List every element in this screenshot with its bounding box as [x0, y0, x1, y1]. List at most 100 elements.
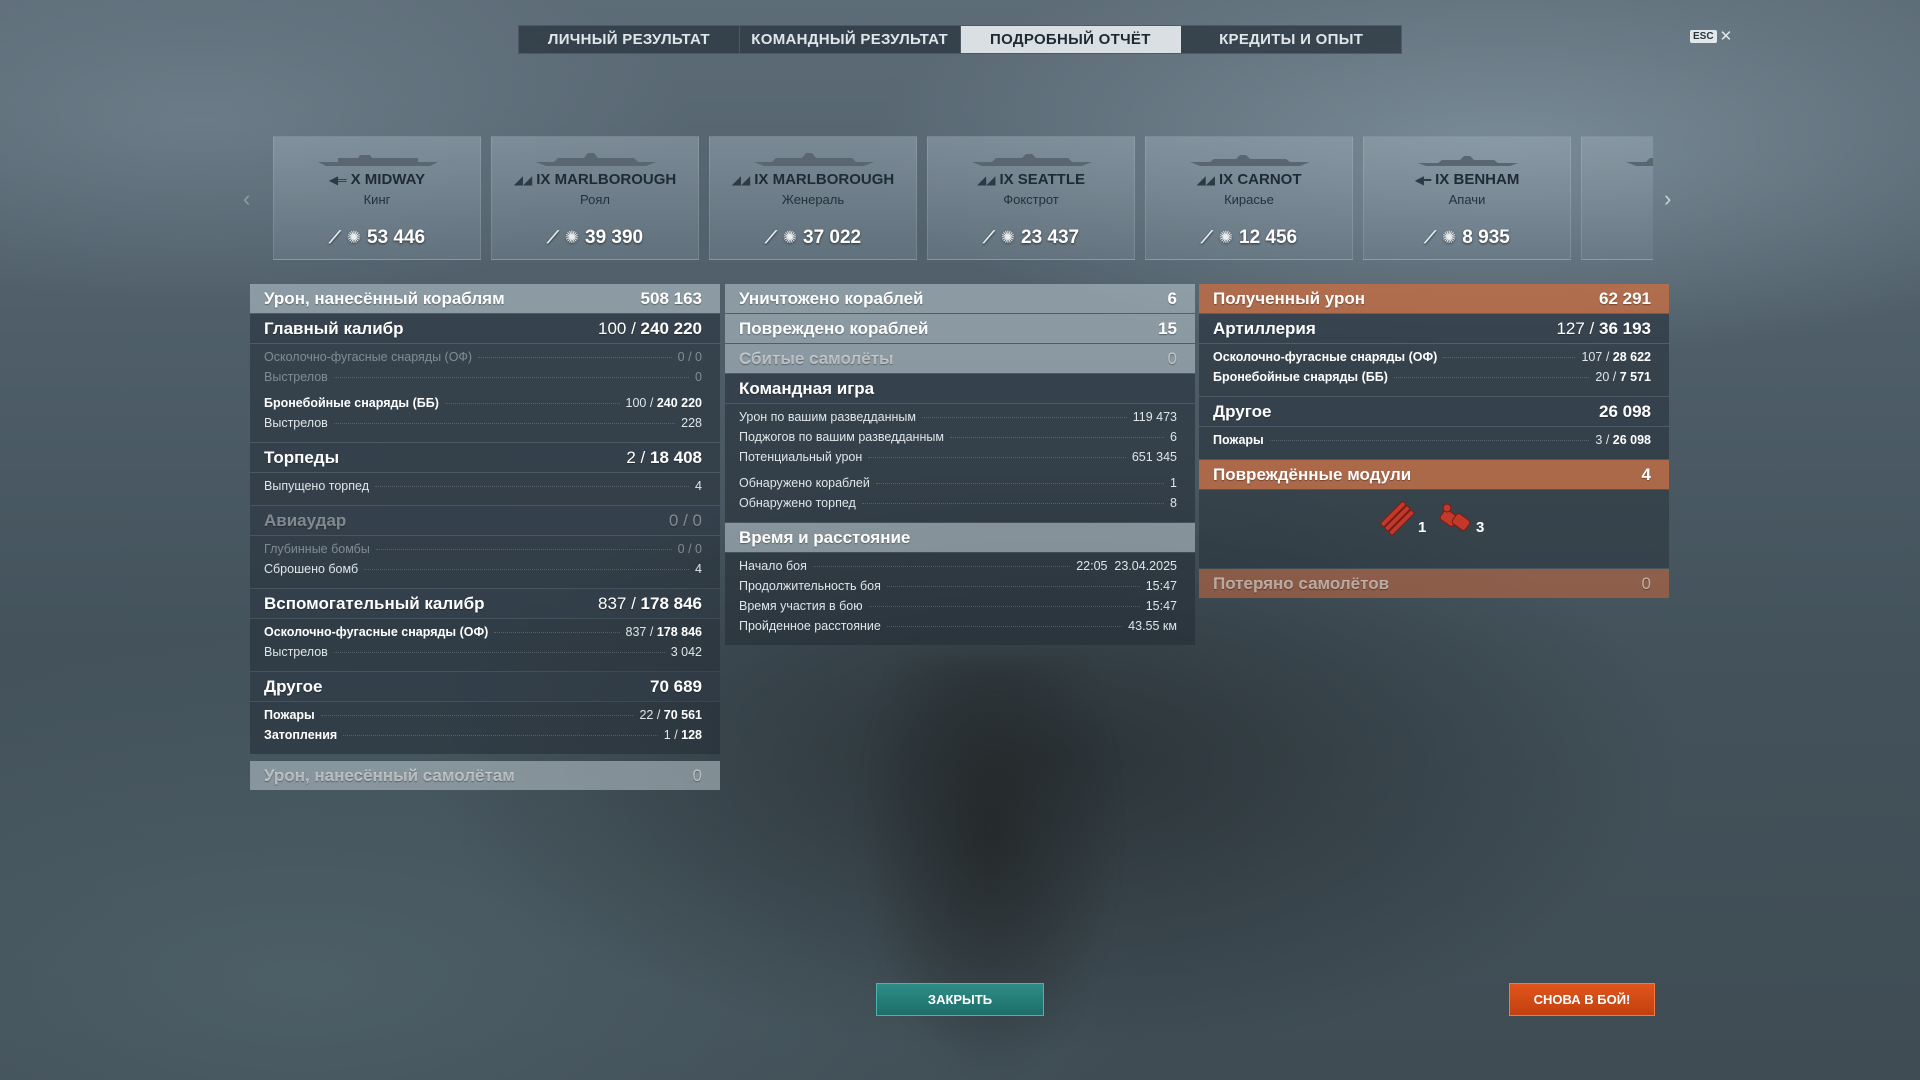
ship-class-icon: ◢◢ — [513, 173, 533, 187]
artillery-header: Артиллерия 127 / 36 193 — [1199, 314, 1669, 343]
close-button[interactable]: ЗАКРЫТЬ — [876, 983, 1044, 1016]
tab-personal-result[interactable]: ЛИЧНЫЙ РЕЗУЛЬТАТ — [519, 26, 740, 53]
main-he-row: Осколочно-фугасные снаряды (ОФ) 0 / 0 — [264, 350, 702, 364]
airstrike-details: Глубинные бомбы 0 / 0 Сброшено бомб 4 — [250, 536, 720, 588]
other-damage-header: Другое 70 689 — [250, 672, 720, 701]
shell-icon: ⟋ — [328, 228, 341, 247]
ship-card[interactable]: ◢◢ IX MARLBOROUGH Роял ⟋ ✺ 39 390 — [491, 136, 699, 260]
teamplay-header: Командная игра — [725, 374, 1195, 403]
main-he-shots-row: Выстрелов 0 — [264, 370, 702, 384]
explosion-icon: ✺ — [1442, 228, 1457, 247]
planes-lost-header: Потеряно самолётов 0 — [1199, 569, 1669, 598]
ship-card[interactable]: ◢◢ IX SEATTLE Фокстрот ⟋ ✺ 23 437 — [927, 136, 1135, 260]
explosion-icon: ✺ — [564, 228, 580, 247]
module-count: 3 — [1476, 519, 1485, 536]
ships-damaged-header: Повреждено кораблей 15 — [725, 314, 1195, 343]
battle-duration-row: Продолжительность боя 15:47 — [739, 579, 1177, 593]
ship-class-icon: ◢◢ — [1196, 173, 1215, 187]
torpedoes-fired-row: Выпущено торпед 4 — [264, 479, 702, 493]
floods-row: Затопления 1 / 128 — [264, 728, 702, 742]
ships-destroyed-header: Уничтожено кораблей 6 — [725, 284, 1195, 313]
torpedoes-details: Выпущено торпед 4 — [250, 473, 720, 505]
ship-name: ◢◢ IX CARNOT — [1196, 171, 1302, 188]
ship-card[interactable]: ◢◢ IX CARNOT Кирасье ⟋ ✺ 12 456 — [1145, 136, 1353, 260]
teamplay-details: Урон по вашим разведданным 119 473 Поджог… — [725, 404, 1195, 522]
ship-card-partial[interactable] — [1581, 136, 1653, 260]
ship-name: ◀━ IX BENHAM — [1414, 171, 1520, 188]
ship-damage: ⟋ ✺ 37 022 — [764, 227, 862, 248]
secondary-he-row: Осколочно-фугасные снаряды (ОФ) 837 / 178… — [264, 625, 702, 639]
player-name: Фокстрот — [1003, 192, 1059, 207]
secondary-battery-header: Вспомогательный калибр 837 / 178 846 — [250, 589, 720, 618]
tab-team-result[interactable]: КОМАНДНЫЙ РЕЗУЛЬТАТ — [740, 26, 961, 53]
ship-damage: ⟋ ✺ 12 456 — [1200, 227, 1298, 248]
module-item: 3 — [1435, 498, 1484, 538]
main-battery-details: Осколочно-фугасные снаряды (ОФ) 0 / 0 Выс… — [250, 344, 720, 442]
artillery-details: Осколочно-фугасные снаряды (ОФ) 107 / 28 … — [1199, 344, 1669, 396]
spotting-damage-row: Урон по вашим разведданным 119 473 — [739, 410, 1177, 424]
module-item: 1 — [1377, 498, 1426, 538]
player-name: Роял — [580, 192, 610, 207]
ship-carousel: ◀═ X MIDWAY Кинг ⟋ ✺ 53 446 ◢◢ IX MARLBOROUG… — [273, 136, 1653, 260]
tab-credits-xp[interactable]: КРЕДИТЫ И ОПЫТ — [1181, 26, 1401, 53]
other-damage-details: Пожары 22 / 70 561 Затопления 1 / 128 — [250, 702, 720, 754]
esc-key-label: ESC — [1690, 29, 1717, 43]
ship-damage: ⟋ ✺ 8 935 — [1424, 227, 1510, 248]
shell-icon: ⟋ — [546, 228, 559, 247]
ship-class-icon: ◀═ — [328, 173, 347, 187]
torpedoes-spotted-row: Обнаружено торпед 8 — [739, 496, 1177, 510]
damage-to-planes-header: Урон, нанесённый самолётам 0 — [250, 761, 720, 790]
ship-class-icon: ◢◢ — [731, 173, 751, 187]
ship-silhouette-icon — [754, 153, 874, 166]
received-other-header: Другое 26 098 — [1199, 397, 1669, 426]
explosion-icon: ✺ — [346, 228, 362, 247]
carousel-next-icon[interactable]: › — [1664, 186, 1671, 212]
torpedoes-header: Торпеды 2 / 18 408 — [250, 443, 720, 472]
engine-icon — [1439, 503, 1471, 531]
received-ap-row: Бронебойные снаряды (ББ) 20 / 7 571 — [1213, 370, 1651, 384]
ships-spotted-row: Обнаружено кораблей 1 — [739, 476, 1177, 490]
received-other-details: Пожары 3 / 26 098 — [1199, 427, 1669, 459]
main-ap-row: Бронебойные снаряды (ББ) 100 / 240 220 — [264, 396, 702, 410]
ship-class-icon: ◢◢ — [976, 173, 996, 187]
battle-start-row: Начало боя 22:05 23.04.2025 — [739, 559, 1177, 573]
close-icon: ✕ — [1719, 28, 1733, 45]
esc-close-button[interactable]: ESC ✕ — [1690, 27, 1732, 45]
ship-card[interactable]: ◢◢ IX MARLBOROUGH Женераль ⟋ ✺ 37 022 — [709, 136, 917, 260]
depth-charges-row: Глубинные бомбы 0 / 0 — [264, 542, 702, 556]
shell-icon: ⟋ — [1200, 228, 1213, 247]
ship-card[interactable]: ◀━ IX BENHAM Апачи ⟋ ✺ 8 935 — [1363, 136, 1571, 260]
carousel-prev-icon[interactable]: ‹ — [243, 186, 250, 212]
time-distance-details: Начало боя 22:05 23.04.2025 Продолжительн… — [725, 553, 1195, 645]
damage-dealt-panel: Урон, нанесённый кораблям 508 163 Главный… — [250, 284, 720, 791]
tab-bar: ЛИЧНЫЙ РЕЗУЛЬТАТ КОМАНДНЫЙ РЕЗУЛЬТАТ ПОД… — [518, 25, 1402, 54]
background-ship — [860, 660, 1120, 1080]
time-distance-header: Время и расстояние — [725, 523, 1195, 552]
damaged-modules-header: Повреждённые модули 4 — [1199, 460, 1669, 489]
airstrike-header: Авиаудар 0 / 0 — [250, 506, 720, 535]
battle-stats-panel: Уничтожено кораблей 6 Повреждено кораблей… — [725, 284, 1195, 646]
tab-detailed-report[interactable]: ПОДРОБНЫЙ ОТЧЁТ — [960, 26, 1182, 53]
ship-silhouette-icon — [1190, 155, 1310, 166]
damaged-modules-list: 1 3 — [1199, 490, 1669, 568]
explosion-icon: ✺ — [782, 228, 798, 247]
module-count: 1 — [1418, 519, 1427, 536]
distance-row: Пройденное расстояние 43.55 км — [739, 619, 1177, 633]
ship-damage: ⟋ ✺ 23 437 — [982, 227, 1080, 248]
received-damage-header: Полученный урон 62 291 — [1199, 284, 1669, 313]
damage-to-ships-header: Урон, нанесённый кораблям 508 163 — [250, 284, 720, 313]
received-he-row: Осколочно-фугасные снаряды (ОФ) 107 / 28 … — [1213, 350, 1651, 364]
ship-damage: ⟋ ✺ 53 446 — [328, 227, 426, 248]
battle-again-button[interactable]: СНОВА В БОЙ! — [1509, 983, 1655, 1016]
ship-name: ◀═ X MIDWAY — [328, 171, 426, 188]
shell-icon: ⟋ — [764, 228, 777, 247]
player-name: Кирасье — [1224, 192, 1274, 207]
shell-icon: ⟋ — [1424, 228, 1437, 247]
player-name: Кинг — [363, 192, 391, 207]
ship-card[interactable]: ◀═ X MIDWAY Кинг ⟋ ✺ 53 446 — [273, 136, 481, 260]
fires-row: Пожары 22 / 70 561 — [264, 708, 702, 722]
ship-silhouette-icon — [1418, 156, 1518, 166]
ship-silhouette-icon — [318, 155, 438, 166]
potential-damage-row: Потенциальный урон 651 345 — [739, 450, 1177, 464]
ship-silhouette-icon — [536, 153, 656, 166]
